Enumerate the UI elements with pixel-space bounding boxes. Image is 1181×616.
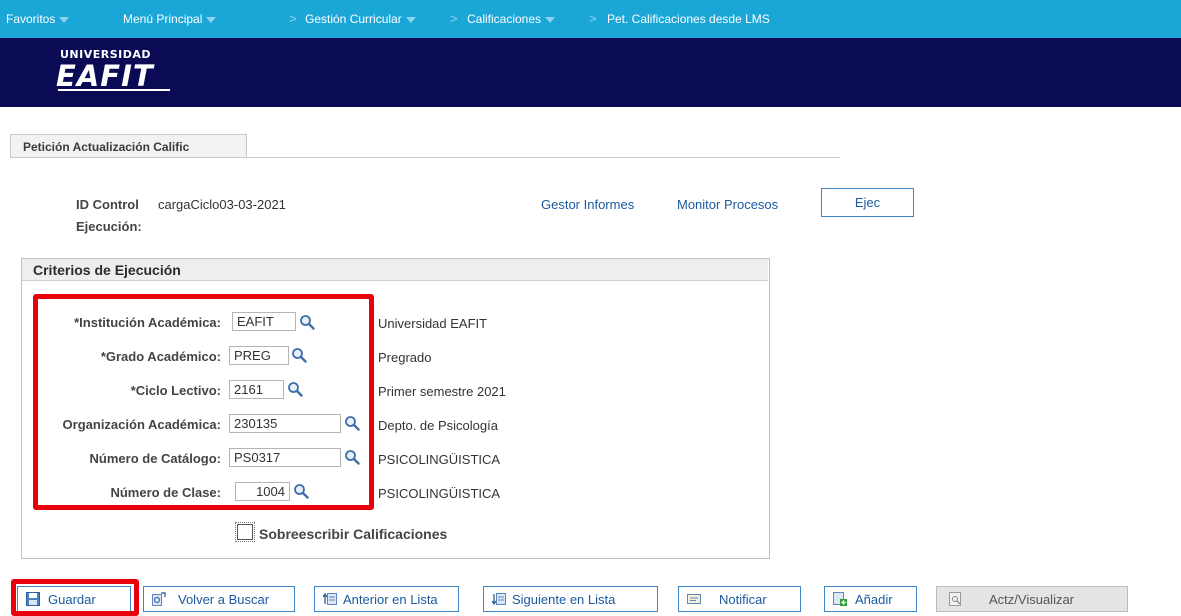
nav-menu-label: Menú Principal: [123, 12, 203, 26]
top-navigation-bar: Favoritos Menú Principal > Gestión Curri…: [0, 0, 1181, 38]
ejec-button[interactable]: Ejec: [821, 188, 914, 217]
clase-description: PSICOLINGÜISTICA: [378, 486, 501, 501]
run-control-value: cargaCiclo03-03-2021: [158, 197, 286, 212]
return-to-search-icon: [152, 592, 166, 606]
siguiente-label: Siguiente en Lista: [512, 592, 616, 607]
anadir-label: Añadir: [855, 592, 893, 607]
organizacion-description: Depto. de Psicología: [378, 418, 498, 433]
highlight-frame-fields: [33, 294, 374, 510]
actz-visualizar-button[interactable]: Actz/Visualizar: [936, 586, 1128, 612]
criteria-header: Criterios de Ejecución: [22, 259, 768, 281]
volver-label: Volver a Buscar: [178, 592, 270, 607]
tab-peticion-actualizacion[interactable]: Petición Actualización Calific: [10, 134, 247, 158]
logo-underline: [58, 89, 170, 91]
chevron-down-icon: [405, 16, 416, 23]
catalogo-description: PSICOLINGÜISTICA: [378, 452, 501, 467]
overwrite-label: Sobreescribir Calificaciones: [259, 526, 448, 542]
nav-current-page: Pet. Calificaciones desde LMS: [607, 12, 770, 26]
overwrite-checkbox[interactable]: [235, 522, 255, 542]
anterior-en-lista-button[interactable]: Anterior en Lista: [314, 586, 459, 612]
header-banner: UNIVERSIDAD EAFIT: [0, 38, 1181, 107]
monitor-procesos-link[interactable]: Monitor Procesos: [677, 197, 778, 212]
nav-gestion-curricular[interactable]: Gestión Curricular: [305, 12, 416, 26]
institucion-description: Universidad EAFIT: [378, 316, 488, 331]
nav-favoritos-label: Favoritos: [6, 12, 56, 26]
anterior-label: Anterior en Lista: [343, 592, 438, 607]
grado-description: Pregrado: [378, 350, 432, 365]
chevron-down-icon: [59, 16, 70, 23]
notify-icon: [687, 594, 701, 604]
nav-calificaciones-label: Calificaciones: [467, 12, 542, 26]
chevron-down-icon: [545, 16, 556, 23]
anadir-button[interactable]: Añadir: [824, 586, 917, 612]
nav-favoritos[interactable]: Favoritos: [6, 12, 70, 26]
nav-gestion-label: Gestión Curricular: [305, 12, 402, 26]
tab-label: Petición Actualización Calific: [23, 140, 190, 154]
next-in-list-icon: [492, 593, 506, 606]
volver-a-buscar-button[interactable]: Volver a Buscar: [143, 586, 295, 612]
logo-main-text: EAFIT: [56, 59, 154, 93]
criteria-title: Criterios de Ejecución: [33, 262, 181, 278]
actz-label: Actz/Visualizar: [989, 592, 1075, 607]
notificar-button[interactable]: Notificar: [678, 586, 801, 612]
gestor-informes-link[interactable]: Gestor Informes: [541, 197, 634, 212]
previous-in-list-icon: [323, 592, 337, 605]
breadcrumb-separator: >: [450, 11, 458, 26]
chevron-down-icon: [206, 16, 217, 23]
notificar-label: Notificar: [719, 592, 767, 607]
ciclo-description: Primer semestre 2021: [378, 384, 506, 399]
run-control-label: ID Control: [76, 197, 139, 212]
breadcrumb-separator: >: [289, 11, 297, 26]
tab-divider: [10, 157, 840, 158]
nav-menu-principal[interactable]: Menú Principal: [123, 12, 217, 26]
breadcrumb-separator: >: [589, 11, 597, 26]
siguiente-en-lista-button[interactable]: Siguiente en Lista: [483, 586, 658, 612]
add-icon: [833, 592, 847, 606]
update-display-icon: [949, 592, 961, 606]
nav-calificaciones[interactable]: Calificaciones: [467, 12, 556, 26]
run-control-label-2: Ejecución:: [76, 219, 142, 234]
highlight-frame-guardar: [11, 579, 139, 616]
